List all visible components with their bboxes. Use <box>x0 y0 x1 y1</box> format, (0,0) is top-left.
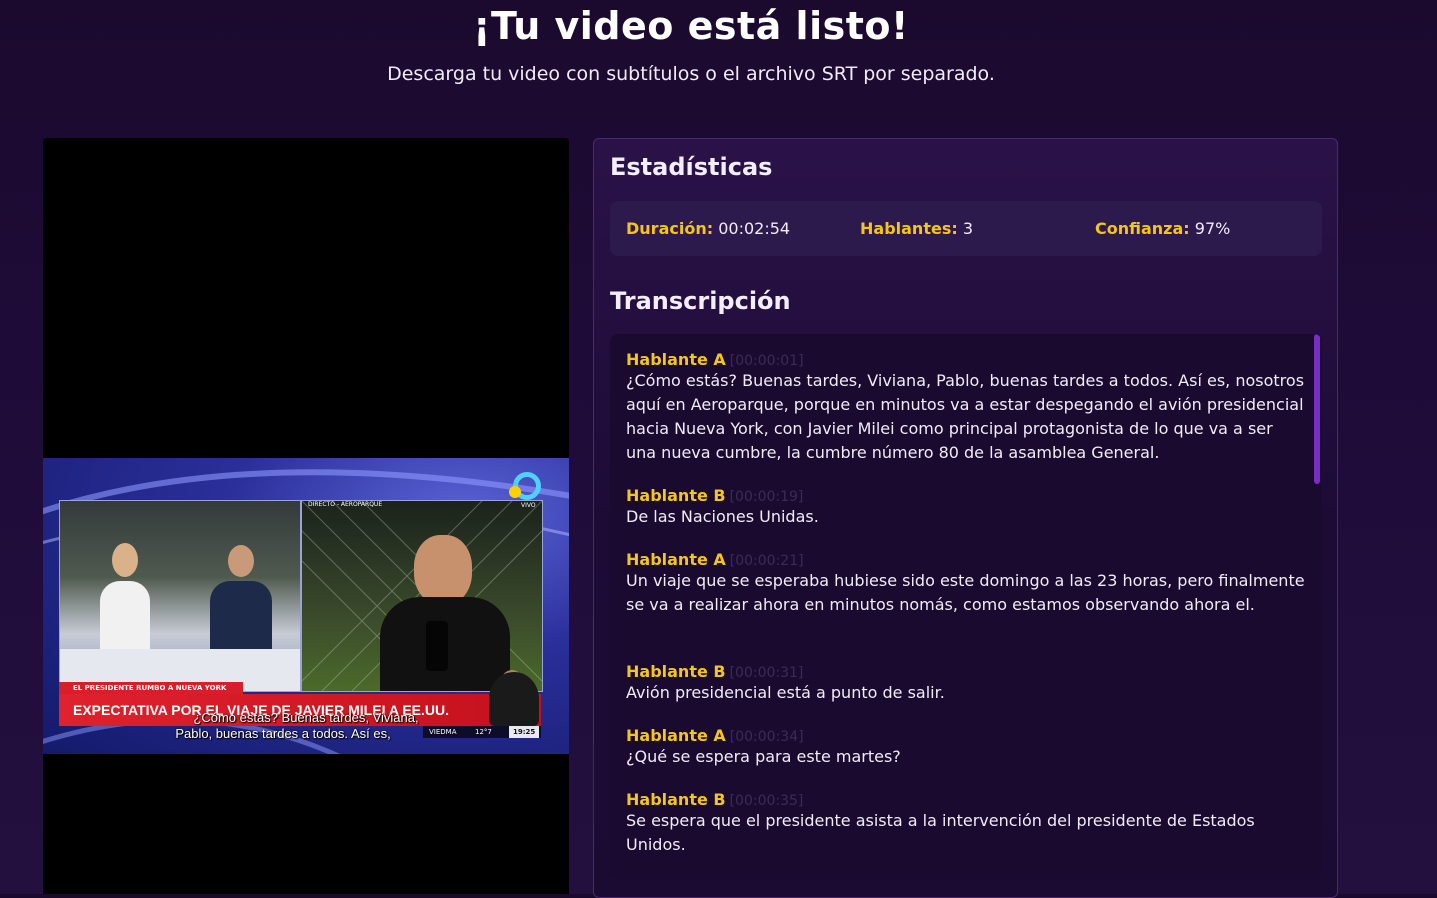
transcript-entry: Hablante A [00:00:01] ¿Cómo estás? Buenas… <box>626 350 1306 465</box>
page-subtitle: Descarga tu video con subtítulos o el ar… <box>387 63 995 85</box>
speaker-label: Hablante A <box>626 350 726 369</box>
transcript-text: Avión presidencial está a punto de salir… <box>626 683 945 702</box>
speaker-label: Hablante B <box>626 486 726 505</box>
stats-heading: Estadísticas <box>610 153 773 181</box>
video-subtitle: ¿Cómo estás? Buenas tardes, Viviana, Pab… <box>43 710 569 742</box>
timestamp: [00:00:35] <box>729 793 804 809</box>
speaker-label: Hablante B <box>626 662 726 681</box>
scrollbar-thumb[interactable] <box>1314 334 1320 484</box>
transcript-entry: Hablante B [00:00:19] De las Naciones Uni… <box>626 486 1306 529</box>
stat-duration-value: 00:02:54 <box>718 219 791 238</box>
lower-third-small: EL PRESIDENTE RUMBO A NUEVA YORK <box>59 682 243 694</box>
stat-duration-label: Duración: <box>626 219 714 238</box>
timestamp: [00:00:01] <box>729 353 804 369</box>
stats-panel: Estadísticas Duración: 00:02:54 Hablante… <box>593 138 1338 898</box>
transcript-entry: Hablante B [00:00:31] Avión presidencial … <box>626 662 1306 705</box>
stat-speakers-value: 3 <box>962 219 974 238</box>
stat-speakers-label: Hablantes: <box>860 219 958 238</box>
timestamp: [00:00:34] <box>729 729 804 745</box>
transcript-heading: Transcripción <box>610 287 791 315</box>
anchor-woman <box>112 543 138 577</box>
video-player[interactable]: DIRECTO - AEROPARQUE VIVO EL PRESIDENTE … <box>43 138 569 894</box>
transcript-entry: Hablante A [00:00:34] ¿Qué se espera para… <box>626 726 1306 769</box>
subtitle-line-1: ¿Cómo estás? Buenas tardes, Viviana, <box>193 710 419 725</box>
stat-confidence: Confianza: 97% <box>1095 219 1230 238</box>
transcript-text: ¿Qué se espera para este martes? <box>626 747 901 766</box>
transcript-entry: Hablante A [00:00:21] Un viaje que se esp… <box>626 550 1306 617</box>
vivo-tag: VIVO <box>521 502 536 509</box>
transcript-text: Un viaje que se esperaba hubiese sido es… <box>626 571 1305 614</box>
transcript-list[interactable]: Hablante A [00:00:01] ¿Cómo estás? Buenas… <box>610 334 1322 879</box>
speaker-label: Hablante A <box>626 726 726 745</box>
stat-confidence-label: Confianza: <box>1095 219 1190 238</box>
transcript-text: ¿Cómo estás? Buenas tardes, Viviana, Pab… <box>626 371 1305 462</box>
transcript-text: Se espera que el presidente asista a la … <box>626 811 1255 854</box>
transcript-scrollbar[interactable] <box>1312 334 1322 879</box>
timestamp: [00:00:21] <box>729 553 804 569</box>
studio-shot <box>59 500 301 692</box>
live-location-tag: DIRECTO - AEROPARQUE <box>308 501 383 508</box>
reporter-shot <box>301 500 543 692</box>
transcript-text: De las Naciones Unidas. <box>626 507 819 526</box>
transcript-entry: Hablante B [00:00:35] Se espera que el pr… <box>626 790 1306 857</box>
timestamp: [00:00:31] <box>729 665 804 681</box>
stat-confidence-value: 97% <box>1194 219 1231 238</box>
channel-logo-dot <box>509 486 521 498</box>
speaker-label: Hablante A <box>626 550 726 569</box>
anchor-man <box>228 545 254 577</box>
speaker-label: Hablante B <box>626 790 726 809</box>
stat-duration: Duración: 00:02:54 <box>626 219 790 238</box>
page-title: ¡Tu video está listo! <box>473 4 909 48</box>
stat-speakers: Hablantes: 3 <box>860 219 973 238</box>
video-frame[interactable]: DIRECTO - AEROPARQUE VIVO EL PRESIDENTE … <box>43 458 569 754</box>
subtitle-line-2: Pablo, buenas tardes a todos. Así es, <box>175 726 391 741</box>
reporter-face <box>414 535 472 605</box>
stats-summary: Duración: 00:02:54 Hablantes: 3 Confianz… <box>610 201 1322 256</box>
microphone-icon <box>426 621 448 671</box>
timestamp: [00:00:19] <box>729 489 804 505</box>
